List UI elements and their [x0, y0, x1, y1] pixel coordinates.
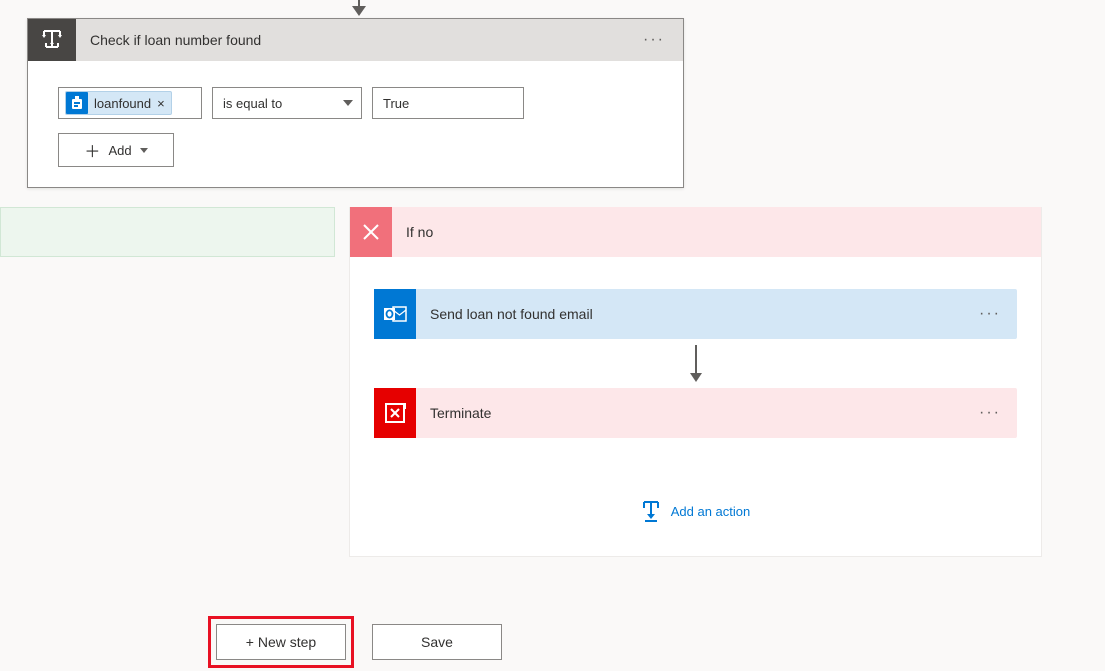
condition-left-operand-field[interactable]: loanfound × [58, 87, 202, 119]
variable-icon [66, 92, 88, 114]
action-more-icon[interactable]: ··· [963, 404, 1017, 422]
if-no-header[interactable]: If no [350, 207, 1041, 257]
chevron-down-icon [140, 148, 148, 153]
add-action-button[interactable]: Add an action [374, 500, 1017, 522]
condition-more-icon[interactable]: ··· [625, 31, 683, 49]
action-label: Terminate [416, 405, 963, 421]
add-condition-button[interactable]: ＋ Add [58, 133, 174, 167]
token-label: loanfound [94, 96, 151, 111]
bottom-button-row: + New step Save [208, 616, 502, 668]
if-no-title: If no [392, 224, 433, 240]
operator-label: is equal to [223, 96, 282, 111]
close-icon [350, 207, 392, 257]
add-action-icon [641, 500, 661, 522]
condition-header[interactable]: Check if loan number found ··· [28, 19, 683, 61]
action-more-icon[interactable]: ··· [963, 305, 1017, 323]
value-text: True [383, 96, 409, 111]
condition-card: Check if loan number found ··· loanfound… [27, 18, 684, 188]
chevron-down-icon [343, 100, 353, 106]
plus-icon: ＋ [84, 138, 100, 162]
action-label: Send loan not found email [416, 306, 963, 322]
terminate-icon [374, 388, 416, 438]
add-label: Add [108, 143, 131, 158]
if-no-branch: If no Send loan not found email ··· [349, 207, 1042, 557]
new-step-highlight: + New step [208, 616, 354, 668]
condition-operator-select[interactable]: is equal to [212, 87, 362, 119]
if-yes-branch[interactable] [0, 207, 335, 257]
condition-icon [28, 19, 76, 61]
condition-right-operand-field[interactable]: True [372, 87, 524, 119]
new-step-button[interactable]: + New step [216, 624, 346, 660]
flow-connector-arrow [374, 345, 1017, 382]
action-terminate[interactable]: Terminate ··· [374, 388, 1017, 438]
add-action-label: Add an action [671, 504, 751, 519]
save-button[interactable]: Save [372, 624, 502, 660]
action-send-email[interactable]: Send loan not found email ··· [374, 289, 1017, 339]
token-remove-icon[interactable]: × [151, 96, 171, 111]
condition-title: Check if loan number found [76, 32, 625, 48]
dynamic-content-token[interactable]: loanfound × [65, 91, 172, 115]
outlook-icon [374, 289, 416, 339]
condition-body: loanfound × is equal to True ＋ Add [28, 61, 683, 187]
flow-arrow-into-condition [352, 0, 366, 16]
